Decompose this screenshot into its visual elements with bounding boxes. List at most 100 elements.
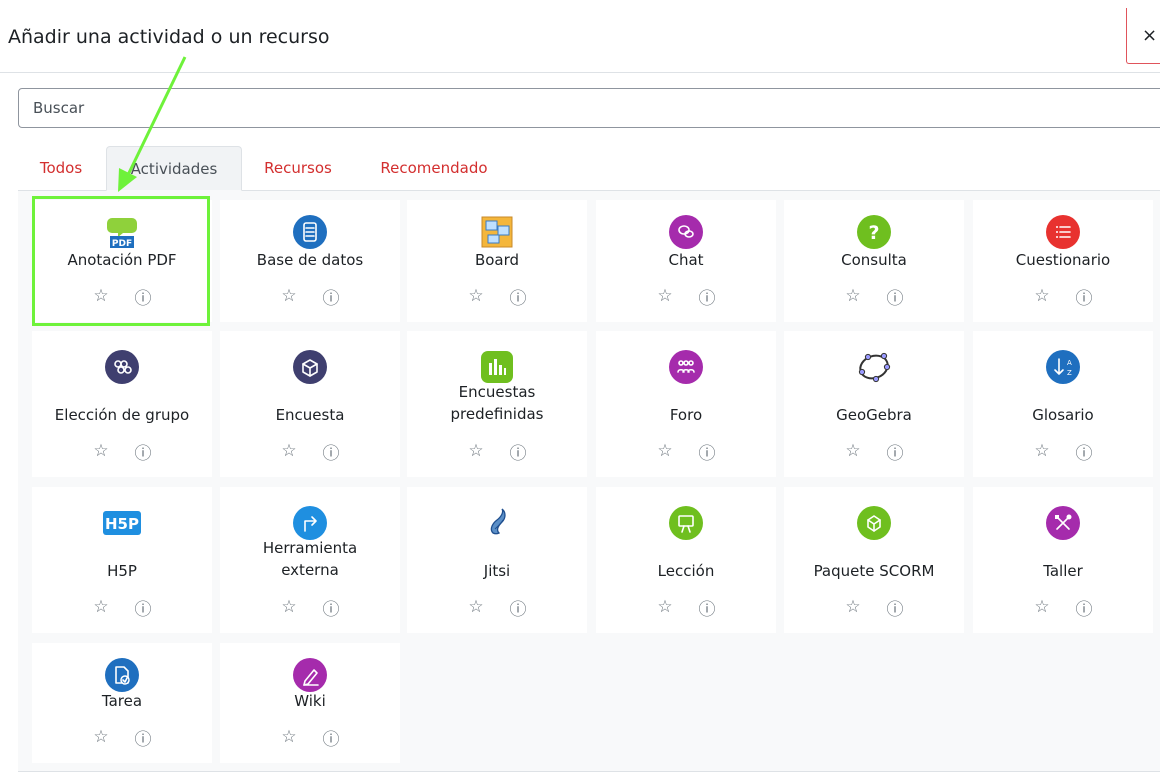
- module-name: Encuesta: [275, 406, 345, 424]
- module-tile[interactable]: ? Consulta ☆ ⓘ: [784, 200, 964, 322]
- module-tile[interactable]: Base de datos ☆ ⓘ: [220, 200, 400, 322]
- info-icon[interactable]: ⓘ: [695, 286, 719, 309]
- info-icon[interactable]: ⓘ: [883, 441, 907, 464]
- info-icon[interactable]: ⓘ: [1072, 597, 1096, 620]
- module-actions: ☆ ⓘ: [407, 597, 587, 620]
- info-icon[interactable]: ⓘ: [506, 441, 530, 464]
- module-tile[interactable]: GeoGebra ☆ ⓘ: [784, 331, 964, 477]
- module-name: Paquete SCORM: [813, 562, 935, 580]
- star-icon[interactable]: ☆: [89, 597, 113, 617]
- star-icon[interactable]: ☆: [89, 441, 113, 461]
- info-icon[interactable]: ⓘ: [1072, 286, 1096, 309]
- module-tile[interactable]: Paquete SCORM ☆ ⓘ: [784, 487, 964, 633]
- module-tile[interactable]: Tarea ☆ ⓘ: [32, 643, 212, 763]
- module-tile[interactable]: Herramienta externa ☆ ⓘ: [220, 487, 400, 633]
- info-icon[interactable]: ⓘ: [695, 441, 719, 464]
- star-icon[interactable]: ☆: [841, 286, 865, 306]
- star-icon[interactable]: ☆: [464, 441, 488, 461]
- star-icon[interactable]: ☆: [89, 286, 113, 306]
- star-icon[interactable]: ☆: [653, 286, 677, 306]
- svg-text:PDF: PDF: [112, 239, 132, 249]
- lesson-board-icon: [668, 505, 704, 541]
- star-icon[interactable]: ☆: [277, 597, 301, 617]
- info-icon[interactable]: ⓘ: [319, 597, 343, 620]
- close-button[interactable]: ×: [1126, 8, 1160, 64]
- star-icon[interactable]: ☆: [464, 286, 488, 306]
- info-icon[interactable]: ⓘ: [506, 597, 530, 620]
- chat-icon: [668, 214, 704, 250]
- module-name: Jitsi: [483, 562, 511, 580]
- module-name: Glosario: [1032, 406, 1094, 424]
- info-icon[interactable]: ⓘ: [131, 597, 155, 620]
- module-name: Base de datos: [256, 251, 364, 269]
- module-tile[interactable]: Taller ☆ ⓘ: [973, 487, 1153, 633]
- info-icon[interactable]: ⓘ: [319, 441, 343, 464]
- star-icon[interactable]: ☆: [1030, 597, 1054, 617]
- board-icon: [479, 214, 515, 250]
- info-icon[interactable]: ⓘ: [131, 441, 155, 464]
- star-icon[interactable]: ☆: [653, 597, 677, 617]
- info-icon[interactable]: ⓘ: [319, 286, 343, 309]
- module-name: Cuestionario: [1015, 251, 1111, 269]
- module-tile[interactable]: Elección de grupo ☆ ⓘ: [32, 331, 212, 477]
- tab-actividades[interactable]: Actividades: [106, 146, 242, 191]
- info-icon[interactable]: ⓘ: [506, 286, 530, 309]
- quiz-list-icon: [1045, 214, 1081, 250]
- star-icon[interactable]: ☆: [277, 441, 301, 461]
- tab-recomendado[interactable]: Recomendado: [364, 146, 504, 190]
- module-tile[interactable]: Foro ☆ ⓘ: [596, 331, 776, 477]
- module-actions: ☆ ⓘ: [32, 727, 212, 750]
- star-icon[interactable]: ☆: [841, 597, 865, 617]
- info-icon[interactable]: ⓘ: [319, 727, 343, 750]
- geogebra-icon: [856, 349, 892, 385]
- tab-todos[interactable]: Todos: [18, 146, 104, 190]
- category-tabs: Todos Actividades Recursos Recomendado: [18, 146, 1160, 191]
- module-actions: ☆ ⓘ: [220, 286, 400, 309]
- info-icon[interactable]: ⓘ: [883, 286, 907, 309]
- module-name: Tarea: [101, 692, 143, 710]
- workshop-tools-icon: [1045, 505, 1081, 541]
- svg-text:A: A: [1067, 359, 1072, 367]
- module-actions: ☆ ⓘ: [220, 727, 400, 750]
- module-actions: ☆ ⓘ: [407, 286, 587, 309]
- star-icon[interactable]: ☆: [89, 727, 113, 747]
- star-icon[interactable]: ☆: [841, 441, 865, 461]
- module-tile[interactable]: Encuestas predefinidas ☆ ⓘ: [407, 331, 587, 477]
- star-icon[interactable]: ☆: [653, 441, 677, 461]
- module-actions: ☆ ⓘ: [220, 597, 400, 620]
- info-icon[interactable]: ⓘ: [883, 597, 907, 620]
- module-tile[interactable]: Board ☆ ⓘ: [407, 200, 587, 322]
- module-name: Elección de grupo: [54, 406, 190, 424]
- survey-box-icon: [292, 349, 328, 385]
- svg-text:Z: Z: [1067, 369, 1072, 377]
- module-tile[interactable]: Lección ☆ ⓘ: [596, 487, 776, 633]
- info-icon[interactable]: ⓘ: [695, 597, 719, 620]
- module-name: Wiki: [294, 692, 326, 710]
- module-tile[interactable]: H5P H5P ☆ ⓘ: [32, 487, 212, 633]
- module-tile[interactable]: PDF Anotación PDF ☆ ⓘ: [32, 200, 212, 322]
- module-name: Taller: [1043, 562, 1083, 580]
- star-icon[interactable]: ☆: [464, 597, 488, 617]
- module-tile[interactable]: Chat ☆ ⓘ: [596, 200, 776, 322]
- star-icon[interactable]: ☆: [277, 727, 301, 747]
- module-tile[interactable]: Wiki ☆ ⓘ: [220, 643, 400, 763]
- glossary-sort-icon: AZ: [1045, 349, 1081, 385]
- module-actions: ☆ ⓘ: [220, 441, 400, 464]
- module-tile[interactable]: A Z Glosario ☆ ⓘ: [973, 331, 1153, 477]
- info-icon[interactable]: ⓘ: [1072, 441, 1096, 464]
- tab-recursos[interactable]: Recursos: [246, 146, 350, 190]
- module-tile[interactable]: Jitsi ☆ ⓘ: [407, 487, 587, 633]
- module-tile[interactable]: Encuesta ☆ ⓘ: [220, 331, 400, 477]
- star-icon[interactable]: ☆: [1030, 441, 1054, 461]
- close-icon: ×: [1141, 25, 1158, 46]
- search-input[interactable]: [18, 88, 1160, 128]
- module-tile[interactable]: Cuestionario ☆ ⓘ: [973, 200, 1153, 322]
- star-icon[interactable]: ☆: [277, 286, 301, 306]
- scorm-package-icon: [856, 505, 892, 541]
- info-icon[interactable]: ⓘ: [131, 286, 155, 309]
- question-icon: ?: [856, 214, 892, 250]
- star-icon[interactable]: ☆: [1030, 286, 1054, 306]
- info-icon[interactable]: ⓘ: [131, 727, 155, 750]
- external-tool-icon: [292, 505, 328, 541]
- module-actions: ☆ ⓘ: [32, 441, 212, 464]
